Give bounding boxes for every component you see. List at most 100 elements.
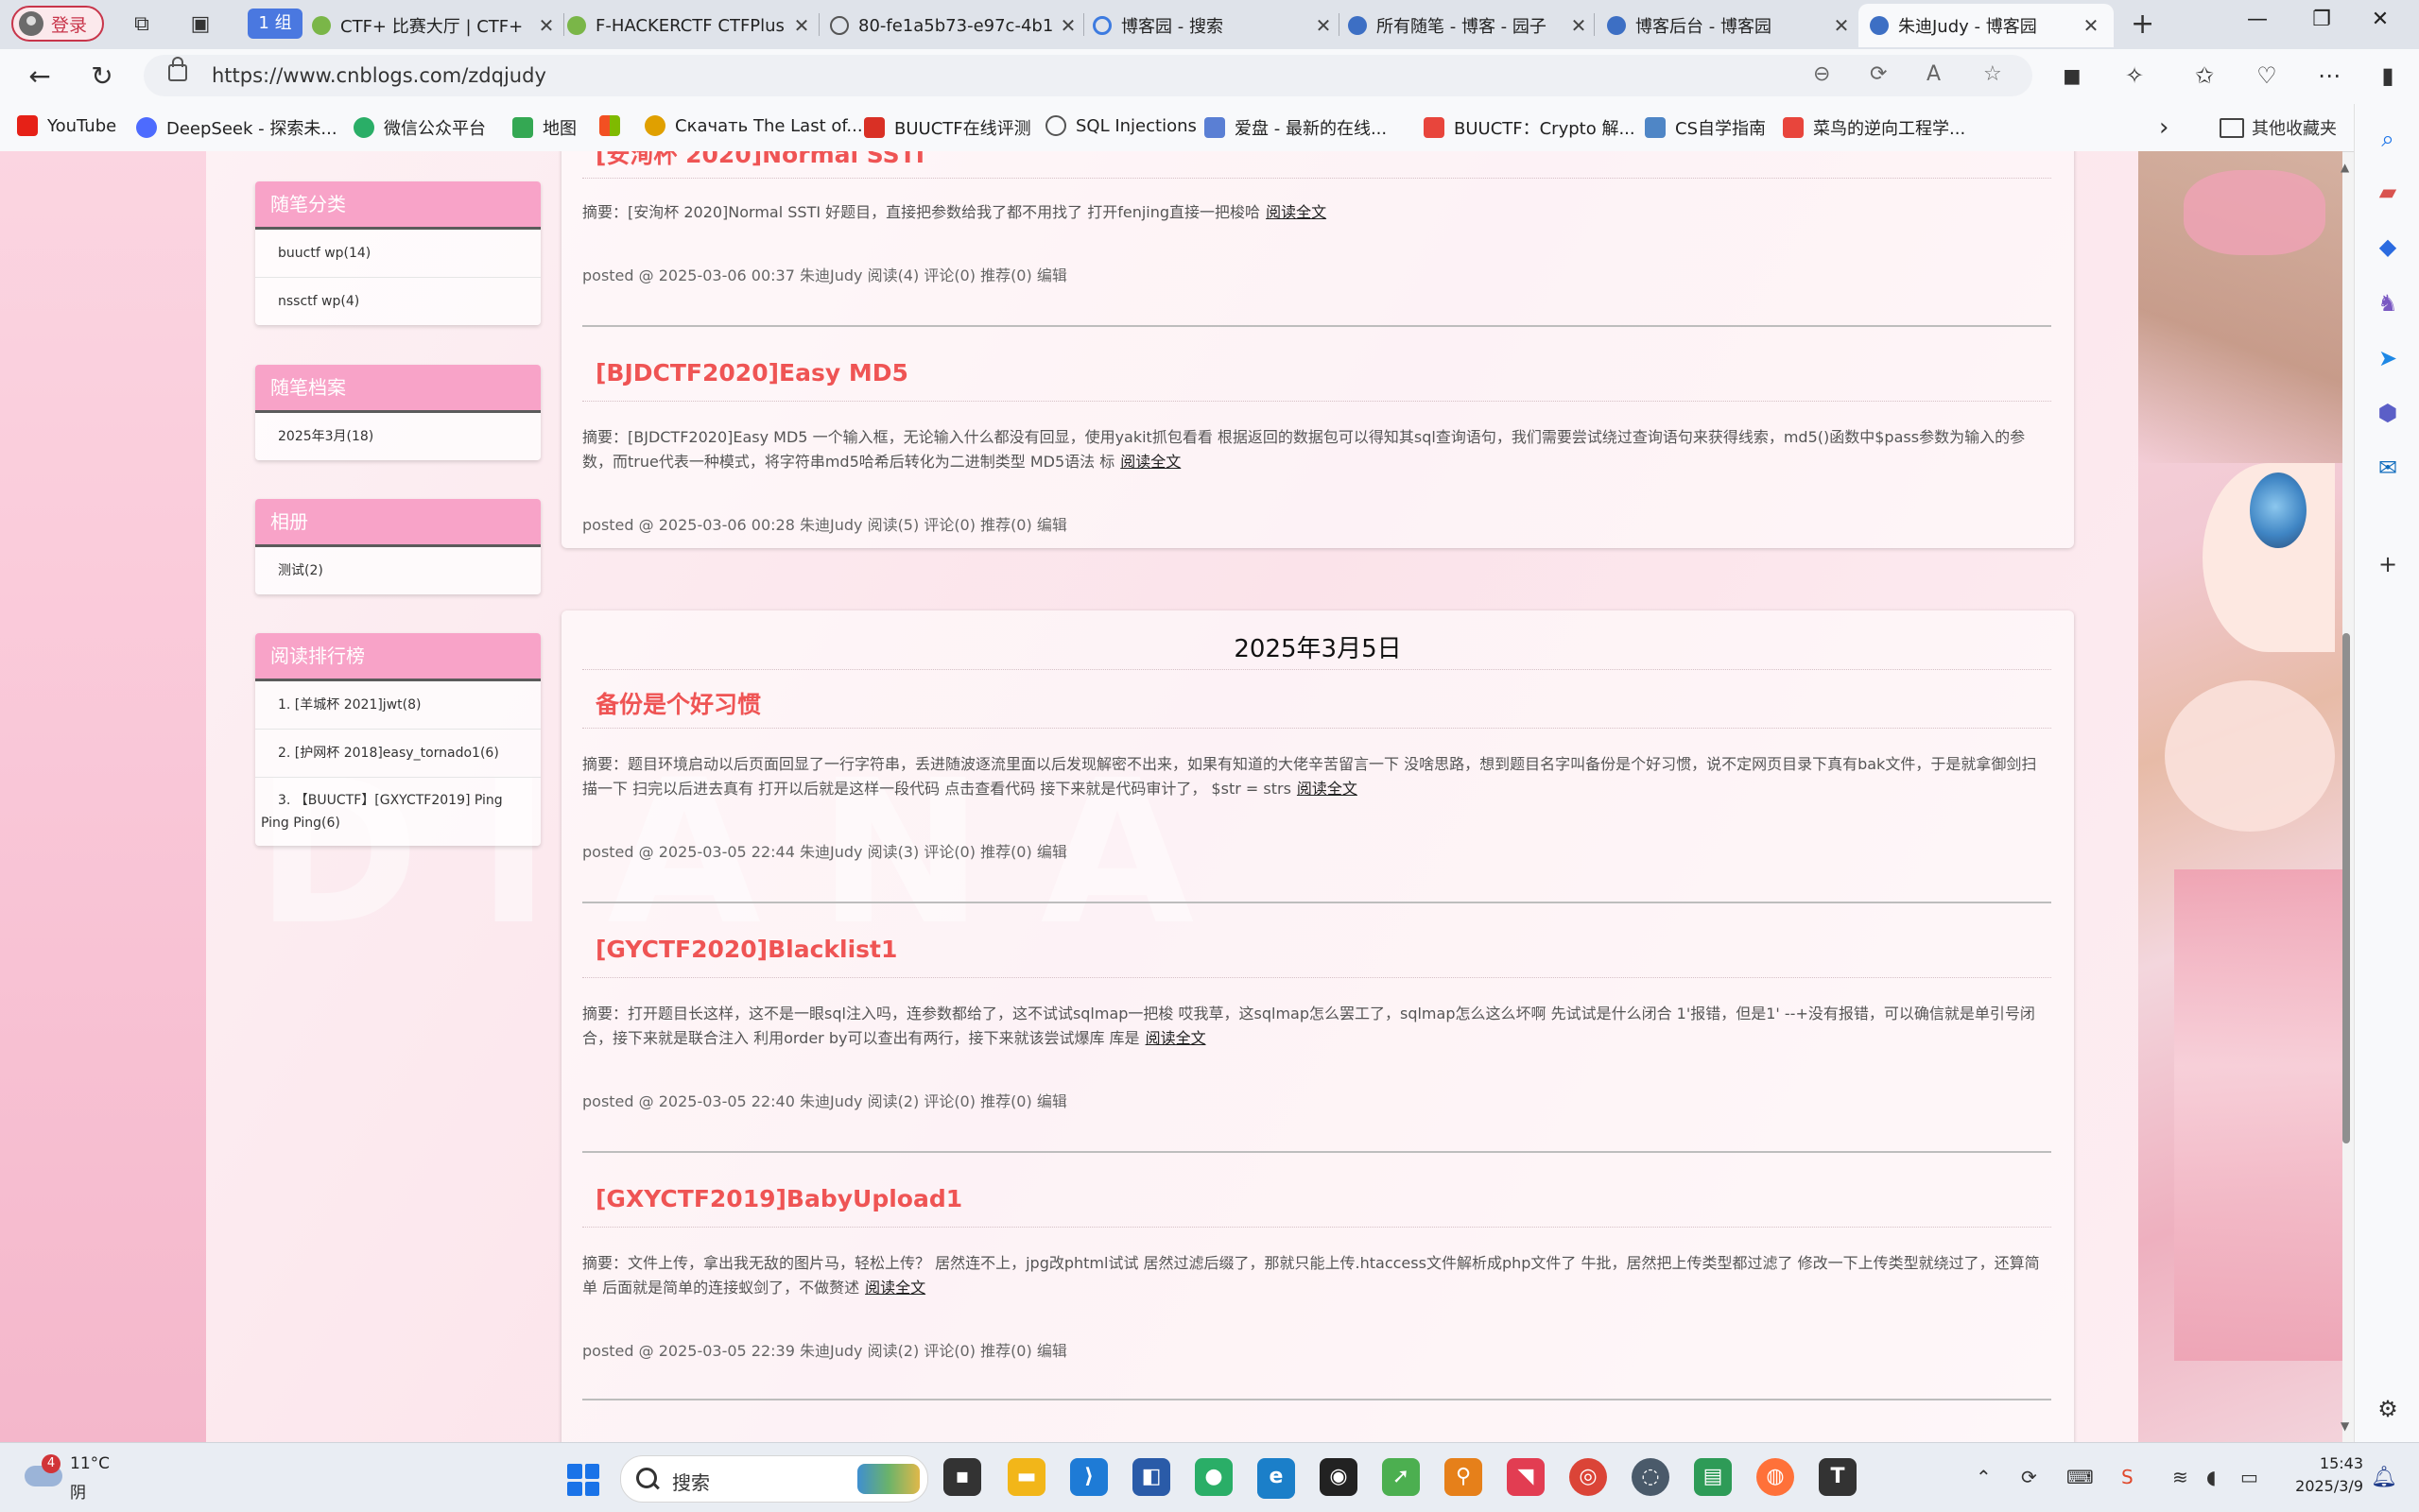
other-bookmarks[interactable]: 其他收藏夹 — [2220, 115, 2337, 140]
url-text[interactable]: https://www.cnblogs.com/zdqjudy — [212, 64, 546, 87]
taskbar-search[interactable]: 搜索 — [620, 1455, 928, 1503]
arrow-app-icon[interactable]: ➚ — [1382, 1458, 1420, 1496]
close-icon[interactable]: ✕ — [1057, 14, 1080, 37]
window-close-icon[interactable]: ✕ — [2361, 8, 2399, 31]
pocket-icon[interactable]: ◥ — [1507, 1458, 1545, 1496]
close-icon[interactable]: ✕ — [535, 14, 558, 37]
wechat-icon[interactable]: ● — [1195, 1458, 1233, 1496]
search-tool-icon[interactable]: ⚲ — [1444, 1458, 1482, 1496]
bookmark-reverse-engineering[interactable]: 菜鸟的逆向工程学... — [1783, 115, 1965, 140]
notification-bell-icon[interactable]: 🔔︎ — [2371, 1466, 2397, 1489]
minimize-icon[interactable]: — — [2238, 8, 2276, 31]
battery-icon[interactable]: ▭ — [2240, 1466, 2258, 1488]
wifi-icon[interactable]: ≋ — [2172, 1466, 2188, 1488]
file-explorer-icon[interactable]: ▬ — [1008, 1458, 1045, 1496]
settings-gear-icon[interactable]: ⚙ — [2372, 1393, 2404, 1425]
tab-judy-blog[interactable]: 朱迪Judy - 博客园 ✕ — [1858, 4, 2114, 47]
qq-icon[interactable]: ◉ — [1320, 1458, 1357, 1496]
post-title-link[interactable]: [BJDCTF2020]Easy MD5 — [596, 359, 908, 387]
close-icon[interactable]: ✕ — [2080, 14, 2102, 37]
read-more-link[interactable]: 阅读全文 — [1266, 203, 1326, 221]
bookmark-buuctf[interactable]: BUUCTF在线评测 — [864, 115, 1031, 140]
translate-icon[interactable]: ⟳ — [1870, 62, 1887, 86]
sidebar-toggle-icon[interactable]: ▮ — [2371, 62, 2405, 89]
more-menu-icon[interactable]: ⋯ — [2312, 62, 2346, 89]
bookmark-wechat[interactable]: 微信公众平台 — [354, 115, 486, 140]
input-method-icon[interactable]: ⌨ — [2066, 1466, 2094, 1488]
tray-app-icon[interactable]: S — [2121, 1466, 2134, 1488]
read-aloud-icon[interactable]: A — [1927, 62, 1941, 86]
read-more-link[interactable]: 阅读全文 — [1146, 1029, 1206, 1047]
zoom-out-icon[interactable]: ⊖ — [1813, 62, 1830, 86]
close-icon[interactable]: ✕ — [790, 14, 813, 37]
system-clock[interactable]: 15:43 2025/3/9 — [2286, 1452, 2363, 1498]
typora-icon[interactable]: T — [1819, 1458, 1857, 1496]
bookmark-deepseek[interactable]: DeepSeek - 探索未... — [136, 115, 337, 140]
category-link[interactable]: buuctf wp(14) — [255, 230, 541, 278]
outlook-icon[interactable]: ✉ — [2372, 452, 2404, 484]
shopping-tag-icon[interactable]: ◆ — [2372, 231, 2404, 263]
archive-link[interactable]: 2025年3月(18) — [255, 413, 541, 460]
post-title-link[interactable]: [GXYCTF2019]BabyUpload1 — [596, 1185, 962, 1212]
weather-widget[interactable]: 4 — [25, 1454, 62, 1486]
windows-start-icon[interactable] — [567, 1464, 599, 1496]
games-icon[interactable]: ♞ — [2372, 287, 2404, 319]
read-more-link[interactable]: 阅读全文 — [1297, 780, 1357, 798]
telegram-icon[interactable]: ➤ — [2372, 342, 2404, 374]
page-scrollbar[interactable]: ▲ ▼ — [2339, 151, 2354, 1442]
tab-cnblogs-search[interactable]: 博客园 - 搜索 ✕ — [1093, 4, 1335, 47]
bookmark-aipan[interactable]: 爱盘 - 最新的在线... — [1204, 115, 1387, 140]
pycharm-icon[interactable]: ▤ — [1694, 1458, 1732, 1496]
vscode-icon[interactable]: ⟩ — [1070, 1458, 1108, 1496]
top-read-link[interactable]: 2. [护网杯 2018]easy_tornado1(6) — [255, 730, 541, 778]
bookmark-download[interactable]: Скачать The Last of... — [645, 115, 863, 136]
scroll-down-icon[interactable]: ▼ — [2341, 1419, 2349, 1433]
refresh-icon[interactable]: ↻ — [83, 60, 121, 92]
bookmark-cs-guide[interactable]: CS自学指南 — [1645, 115, 1766, 140]
post-title-link[interactable]: 备份是个好习惯 — [596, 686, 761, 720]
album-link[interactable]: 测试(2) — [255, 547, 541, 594]
edge-browser-icon[interactable]: e — [1257, 1458, 1295, 1499]
extensions-icon[interactable]: ✧ — [2117, 62, 2151, 89]
add-icon[interactable]: + — [2372, 548, 2404, 580]
chevron-right-icon[interactable]: › — [2159, 113, 2168, 142]
restore-icon[interactable]: ❐ — [2303, 8, 2341, 31]
post-title-link[interactable]: [GYCTF2020]Blacklist1 — [596, 936, 897, 963]
show-hidden-icons-chevron[interactable]: ⌃ — [1976, 1466, 1992, 1488]
tab-challenge-url[interactable]: 80-fe1a5b73-e97c-4b1 ✕ — [830, 4, 1080, 47]
weather-temperature[interactable]: 11°C — [70, 1454, 110, 1473]
top-read-link[interactable]: 3. 【BUUCTF】[GXYCTF2019] Ping Ping Ping(6… — [255, 778, 541, 846]
post-title-link[interactable]: [安洵杯 2020]Normal SSTI — [596, 151, 924, 170]
bookmark-sql-injections[interactable]: SQL Injections — [1045, 115, 1197, 136]
tab-ctfplus[interactable]: CTF+ 比赛大厅 | CTF+ ✕ — [312, 4, 558, 47]
top-read-link[interactable]: 1. [羊城杯 2021]jwt(8) — [255, 681, 541, 730]
address-bar[interactable]: https://www.cnblogs.com/zdqjudy ⊖ ⟳ A ☆ — [144, 55, 2032, 96]
favorites-icon[interactable]: ✩ — [2187, 62, 2221, 89]
back-icon[interactable]: ← — [21, 60, 59, 92]
browser-essentials-icon[interactable]: ♡ — [2250, 62, 2284, 89]
workspaces-icon[interactable]: ⧉ — [129, 11, 155, 38]
scrollbar-thumb[interactable] — [2342, 633, 2350, 1143]
tab-all-posts[interactable]: 所有随笔 - 博客 - 园子 ✕ — [1348, 4, 1590, 47]
tab-group-label[interactable]: 1 组 — [248, 9, 302, 39]
read-more-link[interactable]: 阅读全文 — [1120, 453, 1181, 471]
bookmark-maps[interactable]: 地图 — [512, 115, 577, 140]
volume-icon[interactable]: ◖ — [2206, 1466, 2217, 1488]
task-view-icon[interactable]: ▪ — [943, 1458, 981, 1496]
weather-description[interactable]: 阴 — [70, 1479, 86, 1503]
sync-icon[interactable]: ⟳ — [2021, 1466, 2037, 1488]
ide-icon[interactable]: ◧ — [1132, 1458, 1170, 1496]
copilot-icon[interactable]: ⬢ — [2372, 397, 2404, 429]
category-link[interactable]: nssctf wp(4) — [255, 278, 541, 325]
new-tab-icon[interactable]: + — [2131, 8, 2154, 41]
bookmark-buuctf-crypto[interactable]: BUUCTF：Crypto 解... — [1424, 115, 1635, 140]
tab-actions-icon[interactable]: ▣ — [187, 11, 214, 38]
search-icon[interactable]: ⌕ — [2372, 123, 2404, 155]
close-icon[interactable]: ✕ — [1830, 14, 1853, 37]
read-more-link[interactable]: 阅读全文 — [865, 1279, 925, 1297]
favorite-star-icon[interactable]: ☆ — [1983, 62, 2002, 86]
chrome-icon[interactable]: ◎ — [1569, 1458, 1607, 1496]
bookmark-microsoft[interactable] — [599, 115, 630, 136]
scroll-up-icon[interactable]: ▲ — [2341, 161, 2349, 174]
close-icon[interactable]: ✕ — [1567, 14, 1590, 37]
